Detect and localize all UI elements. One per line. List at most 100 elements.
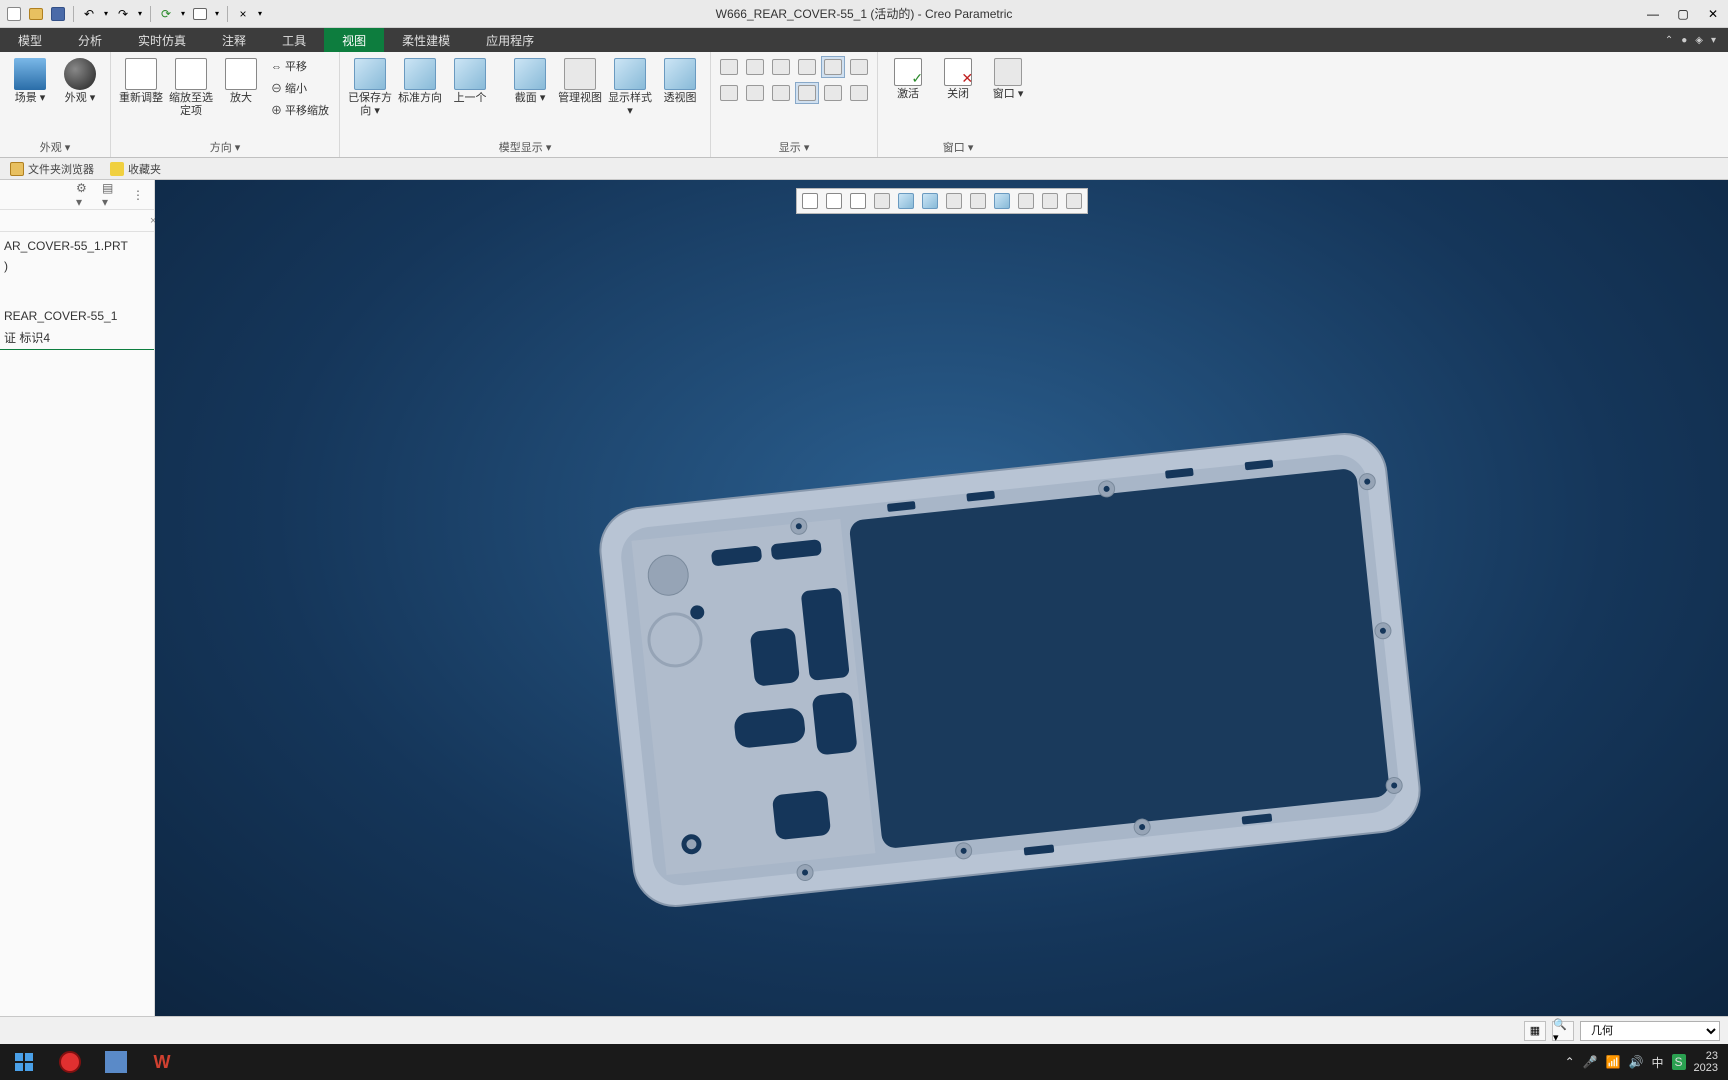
gfx-datum-plane-button[interactable] (1015, 191, 1037, 211)
gfx-no-hid-button[interactable] (991, 191, 1013, 211)
undo-button[interactable]: ↶ (79, 4, 99, 24)
tray-volume-icon[interactable]: 🔊 (1629, 1055, 1644, 1069)
favorites-tab[interactable]: 收藏夹 (104, 159, 167, 179)
open-button[interactable] (26, 4, 46, 24)
status-grid-button[interactable]: ▦ (1524, 1021, 1546, 1041)
tray-network-icon[interactable]: 📶 (1606, 1055, 1621, 1069)
favorites-tab-label: 收藏夹 (128, 161, 161, 177)
zoom-out-button[interactable]: ⊖ 缩小 (267, 78, 333, 98)
pan-zoom-button[interactable]: ⊕ 平移缩放 (267, 100, 333, 120)
csys-toggle[interactable] (795, 56, 819, 78)
manage-view-icon (564, 58, 596, 90)
tree-paren-item[interactable]: ) (0, 256, 154, 276)
tab-tools[interactable]: 工具 (264, 28, 324, 52)
windows-dropdown[interactable]: ▾ (212, 4, 222, 24)
tree-settings-button[interactable]: ⚙ ▾ (76, 185, 96, 205)
t9-icon (772, 85, 790, 101)
gfx-repaint-button[interactable] (871, 191, 893, 211)
recording-indicator[interactable] (50, 1046, 90, 1078)
tab-simulation[interactable]: 实时仿真 (120, 28, 204, 52)
maximize-button[interactable]: ▢ (1668, 2, 1698, 26)
model-tree-panel: ⚙ ▾ ▤ ▾ ⋮ × | ▾ + AR_COVER-55_1.PRT ) RE… (0, 180, 155, 1016)
gfx-layers-button[interactable] (967, 191, 989, 211)
regen-button[interactable]: ⟳ (156, 4, 176, 24)
datum-plane-toggle[interactable] (717, 56, 741, 78)
gfx-view-mgr-button[interactable] (943, 191, 965, 211)
tree-search-input[interactable] (4, 215, 146, 227)
appearance-button[interactable]: 外观 ▾ (56, 56, 104, 107)
ime-indicator[interactable]: 中 (1651, 1054, 1663, 1071)
tab-model[interactable]: 模型 (0, 28, 60, 52)
toggle-12[interactable] (847, 82, 871, 104)
tab-apps[interactable]: 应用程序 (468, 28, 552, 52)
gfx-saved-view-button[interactable] (919, 191, 941, 211)
previous-button[interactable]: 上一个 (446, 56, 494, 107)
tab-annotate[interactable]: 注释 (204, 28, 264, 52)
tree-root-item[interactable]: REAR_COVER-55_1 (0, 306, 154, 326)
toggle-9[interactable] (769, 82, 793, 104)
taskbar-app-wps[interactable]: W (142, 1046, 182, 1078)
display-style-button[interactable]: 显示样式 ▾ (606, 56, 654, 120)
graphics-viewport[interactable] (155, 180, 1728, 1016)
windows-list-button[interactable]: 窗口 ▾ (984, 56, 1032, 103)
manage-view-button[interactable]: 管理视图 (556, 56, 604, 107)
redo-dropdown[interactable]: ▾ (135, 4, 145, 24)
gfx-refit-button[interactable] (799, 191, 821, 211)
gfx-zoomout-button[interactable] (847, 191, 869, 211)
tree-feature-item[interactable]: 证 标识4 (0, 326, 154, 350)
toggle-6[interactable] (847, 56, 871, 78)
datum-point-toggle[interactable] (769, 56, 793, 78)
start-button[interactable] (4, 1046, 44, 1078)
save-button[interactable] (48, 4, 68, 24)
help-icon[interactable]: ● (1681, 35, 1687, 46)
toggle-8[interactable] (743, 82, 767, 104)
tab-flexible[interactable]: 柔性建模 (384, 28, 468, 52)
minimize-button[interactable]: — (1638, 2, 1668, 26)
collapse-ribbon-icon[interactable]: ⌃ (1665, 35, 1673, 46)
tab-view[interactable]: 视图 (324, 28, 384, 52)
scene-button[interactable]: 场景 ▾ (6, 56, 54, 107)
qat-dropdown[interactable]: ▾ (255, 4, 265, 24)
undo-dropdown[interactable]: ▾ (101, 4, 111, 24)
annotation-toggle[interactable] (821, 56, 845, 78)
section-button[interactable]: 截面 ▾ (506, 56, 554, 107)
toggle-10[interactable] (795, 82, 819, 104)
new-button[interactable] (4, 4, 24, 24)
close-model-button[interactable]: × (233, 4, 253, 24)
close-window-button[interactable]: ✕ (1698, 2, 1728, 26)
saved-orient-button[interactable]: 已保存方向 ▾ (346, 56, 394, 120)
group-appearance-label: 外观 ▾ (6, 137, 104, 155)
tree-file-item[interactable]: AR_COVER-55_1.PRT (0, 236, 154, 256)
tray-mic-icon[interactable]: 🎤 (1583, 1055, 1598, 1069)
zoom-to-selected-button[interactable]: 缩放至选定项 (167, 56, 215, 120)
gfx-datum-axis-button[interactable] (1039, 191, 1061, 211)
toggle-7[interactable] (717, 82, 741, 104)
std-orient-button[interactable]: 标准方向 (396, 56, 444, 107)
pan-button[interactable]: ⇔ 平移 (267, 56, 333, 76)
tree-show-button[interactable]: ⋮ (128, 185, 148, 205)
gfx-zoomin-button[interactable] (823, 191, 845, 211)
more-icon[interactable]: ▾ (1711, 35, 1716, 46)
folder-browser-tab[interactable]: 文件夹浏览器 (4, 159, 100, 179)
activate-button[interactable]: ✓ 激活 (884, 56, 932, 103)
refit-button[interactable]: 重新调整 (117, 56, 165, 107)
regen-dropdown[interactable]: ▾ (178, 4, 188, 24)
status-find-button[interactable]: 🔍 ▾ (1552, 1021, 1574, 1041)
taskbar-app-1[interactable] (96, 1046, 136, 1078)
tray-expand-icon[interactable]: ⌃ (1565, 1055, 1575, 1069)
clock[interactable]: 23 2023 (1694, 1050, 1718, 1074)
tree-filter-button[interactable]: ▤ ▾ (102, 185, 122, 205)
gfx-style-button[interactable] (895, 191, 917, 211)
windows-button[interactable] (190, 4, 210, 24)
toggle-11[interactable] (821, 82, 845, 104)
close-win-button[interactable]: ✕ 关闭 (934, 56, 982, 103)
tab-analysis[interactable]: 分析 (60, 28, 120, 52)
gfx-csys-button[interactable] (1063, 191, 1085, 211)
redo-button[interactable]: ↷ (113, 4, 133, 24)
zoom-in-button[interactable]: 放大 (217, 56, 265, 107)
perspective-button[interactable]: 透视图 (656, 56, 704, 107)
selection-filter-combo[interactable]: 几何 (1580, 1021, 1720, 1041)
settings-icon[interactable]: ◈ (1695, 35, 1703, 46)
datum-axis-toggle[interactable] (743, 56, 767, 78)
ime-indicator-2[interactable]: S (1672, 1054, 1686, 1070)
